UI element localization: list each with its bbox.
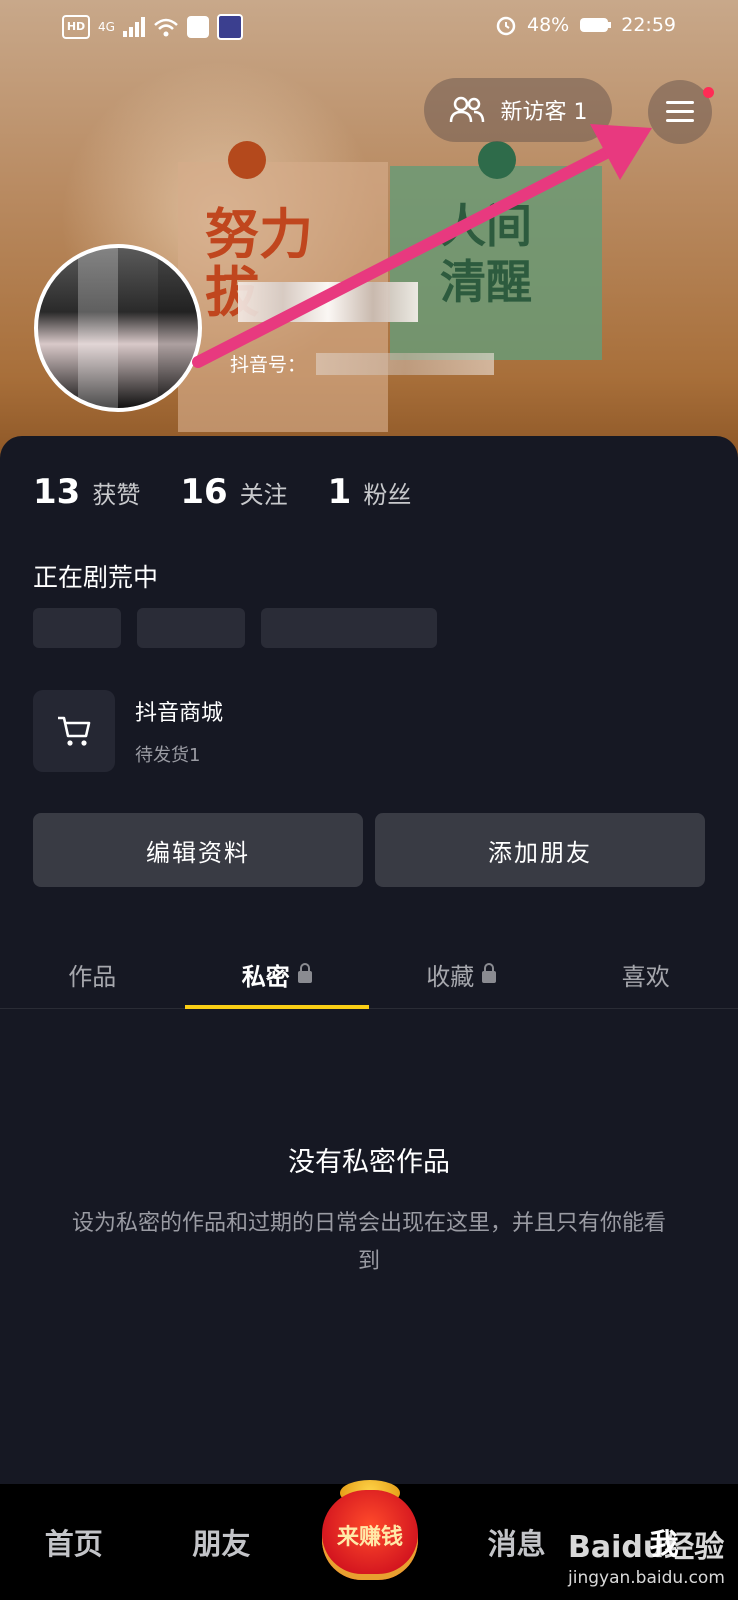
edit-profile-button[interactable]: 编辑资料: [33, 813, 363, 887]
lock-icon: [482, 963, 497, 983]
watermark-brand: Baidu经验: [568, 1530, 725, 1565]
cart-icon: [58, 716, 91, 746]
notification-dot: [703, 87, 714, 98]
stat-following-num: 16: [180, 472, 228, 512]
lock-icon: [297, 963, 312, 983]
tag-blurred-2[interactable]: [137, 608, 245, 648]
stats-row: 13 获赞 16 关注 1 粉丝: [33, 472, 411, 512]
stat-followers[interactable]: 1 粉丝: [328, 472, 412, 512]
battery-icon: [580, 18, 612, 32]
signal-icon: [122, 17, 145, 37]
tab-works[interactable]: 作品: [0, 940, 185, 1008]
app-notification-icon-2: [216, 14, 243, 40]
battery-percent: 48%: [527, 14, 570, 36]
tab-likes-label: 喜欢: [621, 962, 670, 991]
tab-works-label: 作品: [68, 962, 117, 991]
hd-icon: HD: [62, 15, 90, 39]
new-visitors-button[interactable]: 新访客 1: [424, 78, 612, 142]
tab-favorites[interactable]: 收藏: [369, 940, 554, 1008]
tab-likes[interactable]: 喜欢: [554, 940, 738, 1008]
stat-likes-label: 获赞: [92, 481, 141, 509]
clock: 22:59: [621, 14, 676, 36]
new-visitors-label: 新访客 1: [500, 100, 588, 125]
profile-bio: 正在剧荒中: [33, 563, 159, 592]
douyin-id-label: 抖音号：: [230, 354, 307, 376]
alarm-icon: [496, 16, 516, 36]
earn-money-button[interactable]: 来赚钱: [322, 1490, 418, 1580]
banner-pin-red: [228, 141, 266, 179]
profile-tabs: 作品 私密 收藏 喜欢: [0, 940, 738, 1009]
wifi-icon: [154, 18, 178, 37]
stat-followers-num: 1: [327, 472, 352, 512]
stat-followers-label: 粉丝: [363, 481, 412, 509]
banner-pin-green: [478, 141, 516, 179]
earn-money-label: 来赚钱: [336, 1525, 403, 1550]
app-notification-icon: [186, 16, 209, 38]
people-icon: [449, 96, 484, 123]
stat-likes-num: 13: [33, 472, 81, 512]
empty-state-title: 没有私密作品: [288, 1147, 450, 1178]
empty-state-description: 设为私密的作品和过期的日常会出现在这里，并且只有你能看到: [71, 1211, 666, 1274]
baidu-watermark: Baidu经验 jingyan.baidu.com: [568, 1522, 725, 1588]
tab-private[interactable]: 私密: [184, 940, 370, 1009]
shop-title: 抖音商城: [135, 701, 224, 726]
hamburger-menu-icon: [666, 101, 694, 122]
stat-following[interactable]: 16 关注: [180, 472, 287, 512]
username-blurred: [238, 282, 418, 322]
nav-home[interactable]: 首页: [0, 1521, 148, 1563]
stat-following-label: 关注: [239, 481, 288, 509]
tag-blurred-3[interactable]: [261, 608, 437, 648]
shop-entry[interactable]: 抖音商城 待发货1: [33, 690, 223, 772]
shop-icon-box: [33, 690, 115, 772]
douyin-id-blurred: [316, 352, 495, 375]
profile-tags: [33, 608, 437, 648]
avatar[interactable]: [34, 244, 202, 412]
nav-friends[interactable]: 朋友: [148, 1521, 296, 1563]
banner-poster-decoration-right: 人间 清醒: [440, 199, 532, 309]
tag-blurred-1[interactable]: [33, 608, 121, 648]
stat-likes[interactable]: 13 获赞: [33, 472, 140, 512]
watermark-url: jingyan.baidu.com: [568, 1568, 725, 1588]
signal-label: 4G: [98, 20, 115, 34]
tab-favorites-label: 收藏: [426, 962, 475, 991]
tab-private-label: 私密: [241, 962, 290, 991]
add-friend-button[interactable]: 添加朋友: [375, 813, 705, 887]
shop-subtitle: 待发货1: [135, 745, 201, 766]
status-bar: HD 4G 48% 22:59: [0, 14, 738, 46]
douyin-id-row[interactable]: 抖音号：: [230, 350, 495, 377]
